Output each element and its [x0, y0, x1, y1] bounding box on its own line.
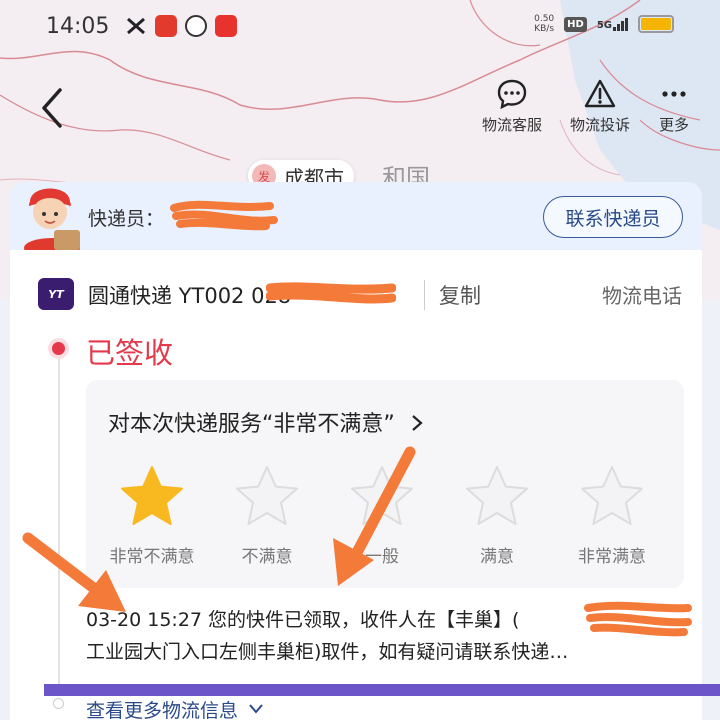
tracking-detail-line: 03-20 15:27 您的快件已领取，收件人在【丰巢】( [86, 609, 520, 631]
tracking-detail-line: 工业园大门入口左侧丰巢柜)取件，如有疑问请联系快递… [86, 641, 569, 663]
chevron-right-icon [412, 415, 423, 431]
rating-option[interactable]: 一般 [326, 464, 438, 567]
rating-prompt[interactable]: 对本次快递服务“非常不满意” [108, 406, 424, 438]
star-icon [351, 466, 413, 525]
delivery-status: 已签收 [86, 336, 174, 370]
battery-icon [638, 15, 674, 33]
warning-icon [584, 79, 616, 108]
logistics-phone-link[interactable]: 物流电话 [602, 280, 682, 309]
star-icon [236, 466, 298, 525]
nav-actions: 物流客服 物流投诉 更多 [482, 78, 690, 135]
logistics-service-button[interactable]: 物流客服 [482, 78, 542, 135]
courier-avatar [24, 188, 80, 254]
rating-option[interactable]: 非常不满意 [96, 464, 208, 567]
highlight-bar [44, 684, 720, 696]
rating-option[interactable]: 满意 [441, 464, 553, 567]
courier-label: 快递员： [88, 208, 165, 230]
tracking-detail: 03-20 15:27 您的快件已领取，收件人在【丰巢】( 工业园大门入口左侧丰… [86, 604, 684, 668]
notification-icons [125, 15, 237, 37]
more-logistics-link[interactable]: 查看更多物流信息 [86, 696, 264, 720]
rating-label: 满意 [480, 547, 514, 567]
video-icon [215, 15, 237, 37]
timeline-dot [53, 698, 64, 709]
nav-action-label: 更多 [658, 116, 689, 134]
timeline-line [58, 356, 60, 696]
chat-icon [497, 79, 527, 110]
star-icon [581, 466, 643, 525]
rating-stars: 非常不满意 不满意 一般 满意 非常满意 [96, 464, 668, 567]
logistics-complaint-button[interactable]: 物流投诉 [570, 78, 630, 135]
rating-option[interactable]: 非常满意 [556, 464, 668, 567]
nav-action-label: 物流客服 [481, 116, 542, 134]
rating-label: 一般 [365, 547, 399, 567]
back-arrow-icon [42, 88, 62, 128]
hd-icon: HD [564, 16, 587, 32]
system-indicators: 0.50 KB/s HD 5G [534, 14, 674, 34]
contact-courier-button[interactable]: 联系快递员 [543, 196, 683, 238]
toutiao-icon [155, 15, 177, 37]
more-button[interactable]: 更多 [658, 78, 690, 135]
star-icon [121, 466, 183, 525]
more-dots-icon [662, 91, 686, 97]
rating-option[interactable]: 不满意 [211, 464, 323, 567]
hand-icon [185, 15, 207, 37]
status-bar: 14:05 0.50 KB/s HD 5G [0, 0, 720, 56]
timeline-dot-active [52, 342, 65, 355]
network-speed: 0.50 KB/s [534, 14, 555, 34]
battery-level [641, 18, 671, 30]
tiktok-icon [125, 15, 147, 37]
nav-action-label: 物流投诉 [569, 116, 630, 134]
clock: 14:05 [46, 14, 110, 39]
back-button[interactable] [36, 86, 68, 130]
rating-label: 非常不满意 [109, 547, 195, 567]
tracking-number: 圆通快递 YT002 028 [88, 284, 292, 308]
signal-icon: 5G [597, 17, 628, 31]
copy-button[interactable]: 复制 [424, 280, 481, 310]
chevron-down-icon [249, 704, 263, 714]
yto-logo: YT [38, 278, 74, 310]
star-icon [466, 466, 528, 525]
rating-label: 不满意 [241, 547, 293, 567]
rating-label: 非常满意 [578, 547, 646, 567]
